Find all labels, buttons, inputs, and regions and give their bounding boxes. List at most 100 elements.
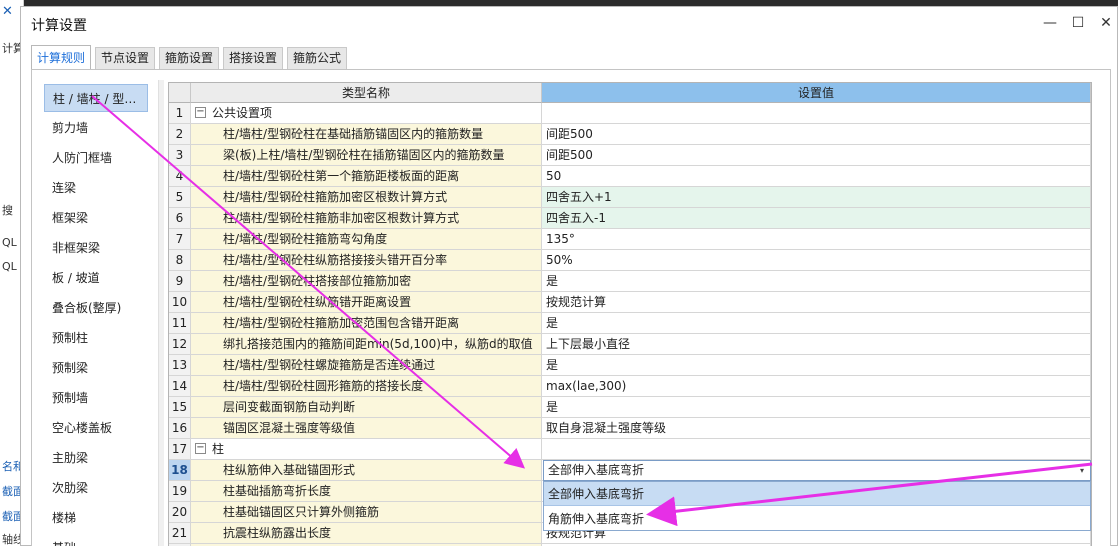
setting-value-cell[interactable]: 是 <box>542 313 1091 334</box>
type-name-cell: 柱/墙柱/型钢砼柱搭接部位箍筋加密 <box>191 271 542 292</box>
left-list-item[interactable]: 预制墙 <box>44 384 148 412</box>
setting-value-cell[interactable]: max(lae,300) <box>542 376 1091 397</box>
left-list-item[interactable]: 柱 / 墙柱 / 型… <box>44 84 148 112</box>
left-list-item[interactable]: 预制柱 <box>44 324 148 352</box>
minimize-icon[interactable]: — <box>1039 13 1061 33</box>
tab-stirrup-formula[interactable]: 箍筋公式 <box>287 47 347 69</box>
group-name-cell: − 柱 <box>191 439 542 460</box>
type-name-label: 柱/墙柱/型钢砼柱箍筋弯勾角度 <box>223 232 388 246</box>
dialog-title: 计算设置 <box>31 18 87 34</box>
table-row[interactable]: 17− 柱 <box>169 439 1091 460</box>
type-name-cell: 柱基础插筋弯折长度 <box>191 481 542 502</box>
type-name-label: 柱/墙柱/型钢砼柱纵筋搭接接头错开百分率 <box>223 253 448 267</box>
row-number: 4 <box>169 166 191 187</box>
left-list-item[interactable]: 次肋梁 <box>44 474 148 502</box>
row-number: 9 <box>169 271 191 292</box>
left-list-scrollbar[interactable] <box>158 80 164 546</box>
setting-value-cell[interactable]: 是 <box>542 271 1091 292</box>
left-list-item[interactable]: 基础 <box>44 534 148 546</box>
collapse-icon[interactable]: − <box>195 107 206 118</box>
type-name-label: 柱/墙柱/型钢砼柱圆形箍筋的搭接长度 <box>223 379 424 393</box>
row-number: 14 <box>169 376 191 397</box>
row-number: 2 <box>169 124 191 145</box>
table-row[interactable]: 1− 公共设置项 <box>169 103 1091 124</box>
collapse-icon[interactable]: − <box>195 443 206 454</box>
type-name-label: 柱/墙柱/型钢砼柱螺旋箍筋是否连续通过 <box>223 358 436 372</box>
left-list-item[interactable]: 人防门框墙 <box>44 144 148 172</box>
tab-stirrup-settings[interactable]: 箍筋设置 <box>159 47 219 69</box>
type-name-header: 类型名称 <box>191 83 542 103</box>
setting-value-cell[interactable] <box>542 103 1091 124</box>
calculation-settings-dialog: 计算设置 — ☐ ✕ 计算规则 节点设置 箍筋设置 搭接设置 箍筋公式 柱 / … <box>20 6 1118 546</box>
type-name-label: 绑扎搭接范围内的箍筋间距min(5d,100)中，纵筋d的取值 <box>223 337 533 351</box>
setting-value-cell[interactable]: 是 <box>542 397 1091 418</box>
table-row[interactable]: 3 梁(板)上柱/墙柱/型钢砼柱在插筋锚固区内的箍筋数量 间距500 <box>169 145 1091 166</box>
tab-calculation-rules[interactable]: 计算规则 <box>31 45 91 71</box>
type-name-label: 柱/墙柱/型钢砼柱箍筋非加密区根数计算方式 <box>223 211 460 225</box>
dropdown-option-corner-bars[interactable]: 角筋伸入基底弯折 <box>544 507 1090 531</box>
type-name-cell: 柱/墙柱/型钢砼柱圆形箍筋的搭接长度 <box>191 376 542 397</box>
chevron-down-icon[interactable]: ▾ <box>1080 461 1084 480</box>
setting-value-cell[interactable]: 间距500 <box>542 145 1091 166</box>
row-number: 19 <box>169 481 191 502</box>
table-row[interactable]: 7 柱/墙柱/型钢砼柱箍筋弯勾角度 135° <box>169 229 1091 250</box>
tab-node-settings[interactable]: 节点设置 <box>95 47 155 69</box>
setting-value-cell[interactable]: 上下层最小直径 <box>542 334 1091 355</box>
type-name-cell: 梁(板)上柱/墙柱/型钢砼柱在插筋锚固区内的箍筋数量 <box>191 145 542 166</box>
type-name-cell: 柱/墙柱/型钢砼柱纵筋搭接接头错开百分率 <box>191 250 542 271</box>
type-name-cell: 柱/墙柱/型钢砼柱纵筋错开距离设置 <box>191 292 542 313</box>
table-row[interactable]: 4 柱/墙柱/型钢砼柱第一个箍筋距楼板面的距离 50 <box>169 166 1091 187</box>
table-row[interactable]: 8 柱/墙柱/型钢砼柱纵筋搭接接头错开百分率 50% <box>169 250 1091 271</box>
table-row[interactable]: 10 柱/墙柱/型钢砼柱纵筋错开距离设置 按规范计算 <box>169 292 1091 313</box>
setting-value-cell[interactable]: 135° <box>542 229 1091 250</box>
tab-lap-settings[interactable]: 搭接设置 <box>223 47 283 69</box>
setting-value-cell[interactable]: 是 <box>542 355 1091 376</box>
type-name-label: 柱/墙柱/型钢砼柱第一个箍筋距楼板面的距离 <box>223 169 460 183</box>
setting-value-cell[interactable]: 取自身混凝土强度等级 <box>542 418 1091 439</box>
row-number: 11 <box>169 313 191 334</box>
table-row[interactable]: 6 柱/墙柱/型钢砼柱箍筋非加密区根数计算方式 四舍五入-1 <box>169 208 1091 229</box>
close-icon[interactable]: ✕ <box>1095 13 1117 33</box>
row-number: 13 <box>169 355 191 376</box>
row-number: 21 <box>169 523 191 544</box>
table-row[interactable]: 15 层间变截面钢筋自动判断 是 <box>169 397 1091 418</box>
maximize-icon[interactable]: ☐ <box>1067 13 1089 33</box>
type-name-label: 柱基础锚固区只计算外侧箍筋 <box>223 505 380 519</box>
table-row[interactable]: 5 柱/墙柱/型钢砼柱箍筋加密区根数计算方式 四舍五入+1 <box>169 187 1091 208</box>
table-row[interactable]: 2 柱/墙柱/型钢砼柱在基础插筋锚固区内的箍筋数量 间距500 <box>169 124 1091 145</box>
row-number: 16 <box>169 418 191 439</box>
left-list-item[interactable]: 叠合板(整厚) <box>44 294 148 322</box>
setting-value-cell[interactable]: 50 <box>542 166 1091 187</box>
table-row[interactable]: 14 柱/墙柱/型钢砼柱圆形箍筋的搭接长度 max(lae,300) <box>169 376 1091 397</box>
left-list-item[interactable]: 空心楼盖板 <box>44 414 148 442</box>
setting-value-cell[interactable]: 按规范计算 <box>542 292 1091 313</box>
table-row[interactable]: 11 柱/墙柱/型钢砼柱箍筋加密范围包含错开距离 是 <box>169 313 1091 334</box>
setting-value-cell[interactable]: 50% <box>542 250 1091 271</box>
dialog-titlebar[interactable]: 计算设置 — ☐ ✕ <box>21 7 1117 41</box>
left-list-item[interactable]: 非框架梁 <box>44 234 148 262</box>
type-name-label: 柱 <box>212 442 225 456</box>
type-name-cell: 层间变截面钢筋自动判断 <box>191 397 542 418</box>
type-name-label: 公共设置项 <box>212 106 273 120</box>
setting-value-cell[interactable]: 间距500 <box>542 124 1091 145</box>
left-list-item[interactable]: 剪力墙 <box>44 114 148 142</box>
left-list-item[interactable]: 主肋梁 <box>44 444 148 472</box>
type-name-cell: 柱/墙柱/型钢砼柱箍筋加密范围包含错开距离 <box>191 313 542 334</box>
left-list-item[interactable]: 框架梁 <box>44 204 148 232</box>
table-row[interactable]: 9 柱/墙柱/型钢砼柱搭接部位箍筋加密 是 <box>169 271 1091 292</box>
left-list-item[interactable]: 预制梁 <box>44 354 148 382</box>
setting-value-header: 设置值 <box>542 83 1091 103</box>
setting-value-cell[interactable]: 四舍五入-1 <box>542 208 1091 229</box>
left-list-item[interactable]: 连梁 <box>44 174 148 202</box>
table-row[interactable]: 13 柱/墙柱/型钢砼柱螺旋箍筋是否连续通过 是 <box>169 355 1091 376</box>
left-list-item[interactable]: 板 / 坡道 <box>44 264 148 292</box>
dropdown-option-all-bars[interactable]: 全部伸入基底弯折 <box>544 482 1090 506</box>
anchorage-form-combobox[interactable]: 全部伸入基底弯折 ▾ <box>543 460 1091 481</box>
table-row[interactable]: 12 绑扎搭接范围内的箍筋间距min(5d,100)中，纵筋d的取值 上下层最小直径 <box>169 334 1091 355</box>
left-list-item[interactable]: 楼梯 <box>44 504 148 532</box>
setting-value-cell[interactable] <box>542 439 1091 460</box>
setting-value-cell[interactable]: 四舍五入+1 <box>542 187 1091 208</box>
table-row[interactable]: 16 锚固区混凝土强度等级值 取自身混凝土强度等级 <box>169 418 1091 439</box>
type-name-cell: 锚固区混凝土强度等级值 <box>191 418 542 439</box>
type-name-cell: 柱/墙柱/型钢砼柱箍筋加密区根数计算方式 <box>191 187 542 208</box>
